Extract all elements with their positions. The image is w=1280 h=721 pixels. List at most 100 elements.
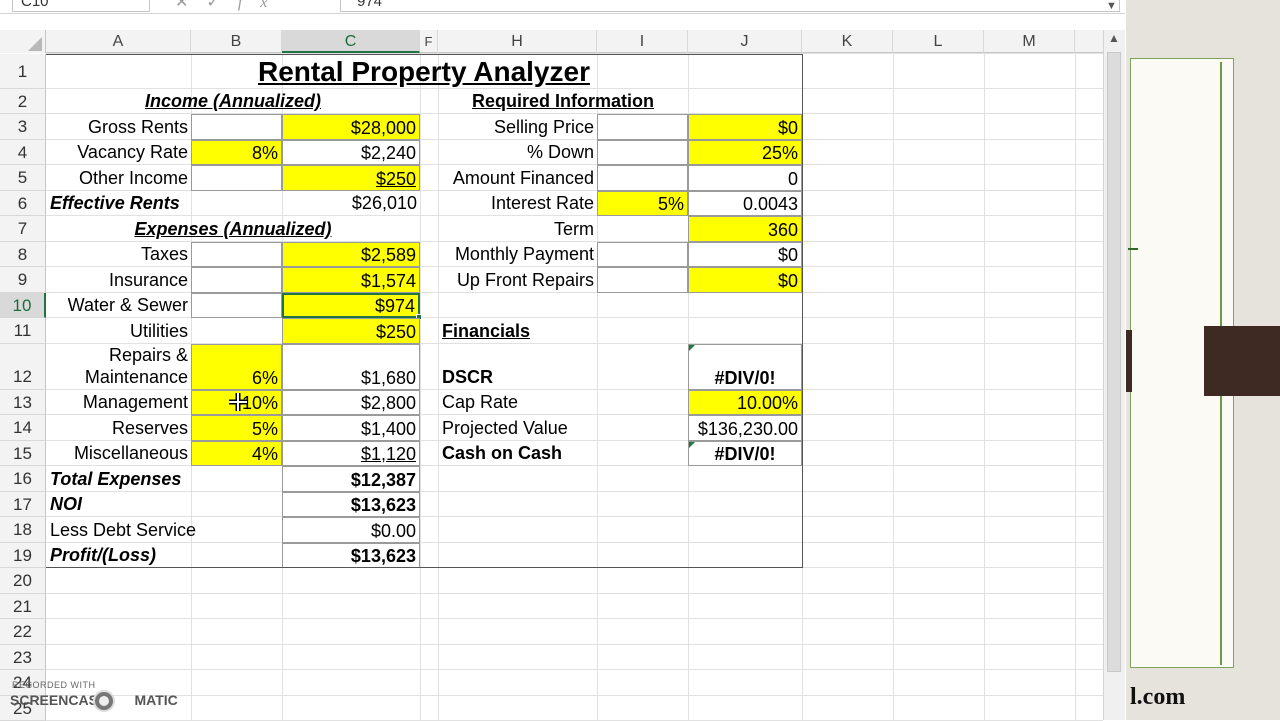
title-cell[interactable]: Rental Property Analyzer bbox=[46, 54, 802, 88]
column-header-k[interactable]: K bbox=[802, 30, 893, 53]
total-expenses-value[interactable]: $12,387 bbox=[282, 466, 420, 492]
monthly-payment-label[interactable]: Monthly Payment bbox=[438, 242, 597, 267]
total-expenses-label[interactable]: Total Expenses bbox=[46, 466, 191, 492]
row-header-23[interactable]: 23 bbox=[0, 645, 46, 670]
row-header-2[interactable]: 2 bbox=[0, 89, 46, 114]
interest-rate-pct[interactable]: 5% bbox=[597, 191, 688, 216]
less-debt-service-value[interactable]: $0.00 bbox=[282, 517, 420, 543]
vacancy-rate-label[interactable]: Vacancy Rate bbox=[46, 140, 191, 165]
repairs-pct[interactable]: 6% bbox=[191, 344, 282, 390]
row-header-17[interactable]: 17 bbox=[0, 492, 46, 517]
row-header-10[interactable]: 10 bbox=[0, 293, 46, 318]
gross-rents-value[interactable]: $28,000 bbox=[282, 114, 420, 140]
row-header-15[interactable]: 15 bbox=[0, 441, 46, 466]
row-header-18[interactable]: 18 bbox=[0, 517, 46, 543]
scroll-thumb[interactable] bbox=[1107, 52, 1121, 672]
utilities-label[interactable]: Utilities bbox=[46, 318, 191, 344]
column-header-c[interactable]: C bbox=[282, 30, 420, 53]
enter-icon[interactable]: ✓ bbox=[206, 0, 237, 11]
column-header-j[interactable]: J bbox=[688, 30, 802, 53]
effective-rents-label[interactable]: Effective Rents bbox=[46, 191, 191, 216]
row-header-5[interactable]: 5 bbox=[0, 165, 46, 191]
income-header-cell[interactable]: Income (Annualized) bbox=[46, 89, 420, 114]
selling-price-label[interactable]: Selling Price bbox=[438, 114, 597, 140]
noi-value[interactable]: $13,623 bbox=[282, 492, 420, 517]
taxes-value[interactable]: $2,589 bbox=[282, 242, 420, 267]
other-income-label[interactable]: Other Income bbox=[46, 165, 191, 191]
interest-rate-label[interactable]: Interest Rate bbox=[438, 191, 597, 216]
cap-rate-value[interactable]: 10.00% bbox=[688, 390, 802, 415]
formula-input[interactable]: 974 bbox=[340, 0, 1120, 12]
row-header-21[interactable]: 21 bbox=[0, 594, 46, 619]
row-header-14[interactable]: 14 bbox=[0, 415, 46, 441]
row-header-13[interactable]: 13 bbox=[0, 390, 46, 415]
gross-rents-label[interactable]: Gross Rents bbox=[46, 114, 191, 140]
insurance-value[interactable]: $1,574 bbox=[282, 267, 420, 293]
profit-loss-value[interactable]: $13,623 bbox=[282, 543, 420, 568]
cash-on-cash-label[interactable]: Cash on Cash bbox=[438, 441, 597, 466]
other-income-b-cell[interactable] bbox=[191, 165, 282, 191]
cash-on-cash-value[interactable]: #DIV/0! bbox=[688, 441, 802, 466]
selling-price-value[interactable]: $0 bbox=[688, 114, 802, 140]
up-front-repairs-i-cell[interactable] bbox=[597, 267, 688, 293]
row-header-19[interactable]: 19 bbox=[0, 543, 46, 568]
noi-label[interactable]: NOI bbox=[46, 492, 191, 517]
water-sewer-value-selected[interactable]: $974 bbox=[282, 293, 420, 318]
row-header-11[interactable]: 11 bbox=[0, 318, 46, 344]
column-header-a[interactable]: A bbox=[46, 30, 191, 53]
row-header-4[interactable]: 4 bbox=[0, 140, 46, 165]
selling-price-i-cell[interactable] bbox=[597, 114, 688, 140]
repairs-value[interactable]: $1,680 bbox=[282, 344, 420, 390]
repairs-label[interactable]: Repairs & Maintenance bbox=[46, 344, 191, 390]
vacancy-rate-value[interactable]: $2,240 bbox=[282, 140, 420, 165]
column-header-m[interactable]: M bbox=[984, 30, 1075, 53]
row-header-6[interactable]: 6 bbox=[0, 191, 46, 216]
column-header-i[interactable]: I bbox=[597, 30, 688, 53]
management-value[interactable]: $2,800 bbox=[282, 390, 420, 415]
reserves-pct[interactable]: 5% bbox=[191, 415, 282, 441]
water-sewer-b-cell[interactable] bbox=[191, 293, 282, 318]
up-front-repairs-label[interactable]: Up Front Repairs bbox=[438, 267, 597, 293]
miscellaneous-pct[interactable]: 4% bbox=[191, 441, 282, 466]
amount-financed-label[interactable]: Amount Financed bbox=[438, 165, 597, 191]
expenses-header-cell[interactable]: Expenses (Annualized) bbox=[46, 216, 420, 242]
insurance-label[interactable]: Insurance bbox=[46, 267, 191, 293]
row-header-16[interactable]: 16 bbox=[0, 466, 46, 492]
taxes-label[interactable]: Taxes bbox=[46, 242, 191, 267]
name-box[interactable]: C10 bbox=[12, 0, 150, 12]
projected-value-label[interactable]: Projected Value bbox=[438, 415, 597, 441]
utilities-value[interactable]: $250 bbox=[282, 318, 420, 344]
required-header-cell[interactable]: Required Information bbox=[438, 89, 688, 114]
other-income-value[interactable]: $250 bbox=[282, 165, 420, 191]
financials-header-cell[interactable]: Financials bbox=[438, 318, 597, 344]
water-sewer-label[interactable]: Water & Sewer bbox=[46, 293, 191, 318]
column-header-b[interactable]: B bbox=[191, 30, 282, 53]
projected-value-value[interactable]: $136,230.00 bbox=[688, 415, 802, 441]
effective-rents-value[interactable]: $26,010 bbox=[282, 191, 420, 216]
row-header-7[interactable]: 7 bbox=[0, 216, 46, 242]
profit-loss-label[interactable]: Profit/(Loss) bbox=[46, 543, 191, 568]
management-label[interactable]: Management bbox=[46, 390, 191, 415]
dscr-label[interactable]: DSCR bbox=[438, 344, 597, 390]
gross-rents-b-cell[interactable] bbox=[191, 114, 282, 140]
pct-down-label[interactable]: % Down bbox=[438, 140, 597, 165]
column-header-hidden[interactable]: F bbox=[420, 30, 438, 53]
taxes-b-cell[interactable] bbox=[191, 242, 282, 267]
pct-down-value[interactable]: 25% bbox=[688, 140, 802, 165]
function-icon[interactable]: fx bbox=[238, 0, 286, 11]
scroll-up-icon[interactable]: ▲ bbox=[1106, 31, 1122, 49]
interest-rate-value[interactable]: 0.0043 bbox=[688, 191, 802, 216]
monthly-payment-value[interactable]: $0 bbox=[688, 242, 802, 267]
row-header-20[interactable]: 20 bbox=[0, 568, 46, 594]
up-front-repairs-value[interactable]: $0 bbox=[688, 267, 802, 293]
reserves-value[interactable]: $1,400 bbox=[282, 415, 420, 441]
insurance-b-cell[interactable] bbox=[191, 267, 282, 293]
dscr-value[interactable]: #DIV/0! bbox=[688, 344, 802, 390]
term-label[interactable]: Term bbox=[438, 216, 597, 242]
row-header-9[interactable]: 9 bbox=[0, 267, 46, 293]
dropdown-arrow-icon[interactable]: ▼ bbox=[1106, 0, 1117, 12]
row-header-1[interactable]: 1 bbox=[0, 54, 46, 89]
row-header-3[interactable]: 3 bbox=[0, 114, 46, 140]
column-header-h[interactable]: H bbox=[438, 30, 597, 53]
miscellaneous-label[interactable]: Miscellaneous bbox=[46, 441, 191, 466]
